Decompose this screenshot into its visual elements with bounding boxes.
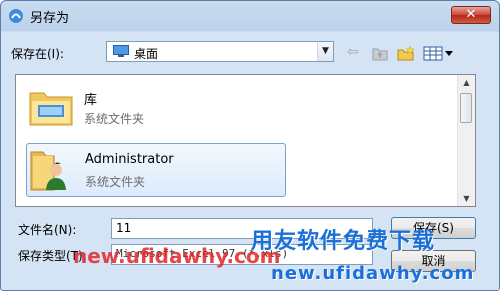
file-type: 系统文件夹 <box>85 175 146 189</box>
save-in-label: 保存在(I): <box>11 47 64 61</box>
scroll-down-icon[interactable]: ▼ <box>458 191 475 206</box>
vertical-scrollbar[interactable]: ▲ ▼ <box>457 75 475 206</box>
file-type: 系统文件夹 <box>84 112 145 126</box>
file-name: 库 <box>84 93 98 108</box>
scroll-up-icon[interactable]: ▲ <box>458 75 475 90</box>
file-list[interactable]: 库 系统文件夹 Administrator 系统文件夹 ▲ ▼ <box>15 74 476 207</box>
save-in-value: 桌面 <box>134 47 159 61</box>
list-item-administrator[interactable]: Administrator 系统文件夹 <box>26 143 286 197</box>
close-icon: ✕ <box>465 7 477 22</box>
views-menu-icon[interactable] <box>423 44 455 62</box>
watermark-url-left: new.ufidawhy.com <box>73 244 281 268</box>
filename-label: 文件名(N): <box>18 223 77 237</box>
file-name: Administrator <box>85 152 174 167</box>
up-folder-icon[interactable] <box>372 44 388 62</box>
app-icon <box>9 9 23 23</box>
window-title: 另存为 <box>30 11 70 26</box>
new-folder-icon[interactable] <box>397 44 415 62</box>
scrollbar-thumb[interactable] <box>460 93 472 123</box>
back-arrow-icon[interactable]: ⇦ <box>347 44 359 62</box>
save-as-dialog: 另存为 ✕ 保存在(I): 桌面 ▼ ⇦ 库 系统文件夹 Administrat… <box>0 0 500 291</box>
watermark-url-right: new.ufidawhy.com <box>271 263 475 284</box>
title-bar[interactable]: 另存为 ✕ <box>1 1 499 29</box>
list-item-library[interactable]: 库 系统文件夹 <box>26 81 286 135</box>
desktop-icon <box>113 45 129 57</box>
save-in-dropdown[interactable]: 桌面 ▼ <box>106 41 334 62</box>
chevron-down-icon[interactable]: ▼ <box>317 42 333 61</box>
library-folder-icon <box>29 92 73 126</box>
close-button[interactable]: ✕ <box>451 6 491 24</box>
user-folder-icon <box>30 151 66 191</box>
